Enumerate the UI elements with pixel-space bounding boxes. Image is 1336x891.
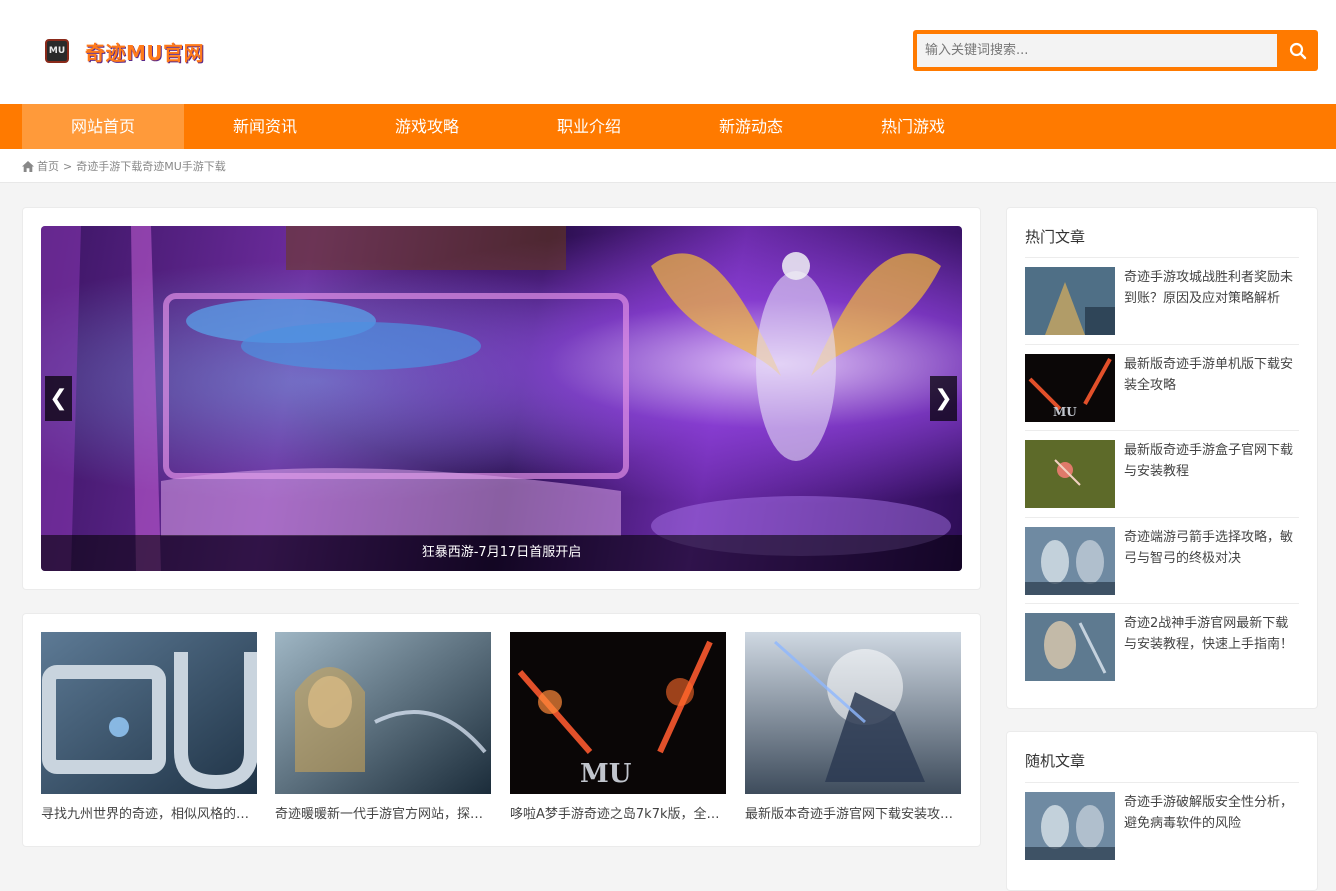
- divider: [1025, 517, 1299, 518]
- home-icon: [22, 160, 34, 172]
- nav-item-new-games[interactable]: 新游动态: [670, 104, 832, 149]
- breadcrumb-current[interactable]: 奇迹手游下载奇迹MU手游下载: [76, 158, 226, 174]
- nav-item-classes[interactable]: 职业介绍: [508, 104, 670, 149]
- featured-thumb-3[interactable]: MU: [510, 632, 726, 794]
- nav-item-hot-games[interactable]: 热门游戏: [832, 104, 994, 149]
- featured-title-4[interactable]: 最新版本奇迹手游官网下载安装攻略全解析: [745, 803, 961, 822]
- slider-prev-button[interactable]: ❮: [45, 376, 72, 421]
- featured-thumb-1[interactable]: [41, 632, 257, 794]
- thumb-image: [1025, 527, 1115, 595]
- breadcrumb-home[interactable]: 首页: [37, 158, 59, 174]
- logo-text: 奇迹MU官网: [85, 40, 205, 65]
- nav-item-news[interactable]: 新闻资讯: [184, 104, 346, 149]
- thumb-image: [275, 632, 491, 794]
- featured-thumb-2[interactable]: [275, 632, 491, 794]
- breadcrumb-separator: >: [63, 159, 73, 173]
- divider: [1025, 782, 1299, 783]
- featured-title-1[interactable]: 寻找九州世界的奇迹，相似风格的游戏推荐: [41, 803, 257, 822]
- thumb-image: [1025, 613, 1115, 681]
- divider: [1025, 430, 1299, 431]
- hot-article-thumb[interactable]: [1025, 527, 1115, 595]
- svg-text:MU: MU: [1053, 405, 1077, 419]
- divider: [1025, 344, 1299, 345]
- site-logo[interactable]: MU 奇迹MU官网: [45, 36, 204, 66]
- logo-mark-icon: MU: [45, 39, 69, 63]
- hot-article-item: 最新版奇迹手游盒子官网下载与安装教程: [1025, 440, 1299, 508]
- slider-next-button[interactable]: ❯: [930, 376, 957, 421]
- thumb-image: [41, 632, 257, 794]
- random-article-thumb[interactable]: [1025, 792, 1115, 860]
- hot-article-item: 奇迹端游弓箭手选择攻略，敏弓与智弓的终极对决: [1025, 527, 1299, 595]
- divider: [1025, 257, 1299, 258]
- breadcrumb: 首页 > 奇迹手游下载奇迹MU手游下载: [22, 149, 226, 183]
- featured-thumb-4[interactable]: [745, 632, 961, 794]
- random-article-title[interactable]: 奇迹手游破解版安全性分析，避免病毒软件的风险: [1124, 792, 1299, 834]
- banner-image: [41, 226, 951, 571]
- main-nav: 网站首页 新闻资讯 游戏攻略 职业介绍 新游动态 热门游戏: [0, 104, 1336, 149]
- hot-article-title[interactable]: 奇迹端游弓箭手选择攻略，敏弓与智弓的终极对决: [1124, 527, 1299, 569]
- hot-article-title[interactable]: 最新版奇迹手游盒子官网下载与安装教程: [1124, 440, 1299, 482]
- random-article-item: 奇迹手游破解版安全性分析，避免病毒软件的风险: [1025, 792, 1299, 860]
- site-header: MU 奇迹MU官网: [0, 0, 1336, 104]
- search-button[interactable]: [1277, 30, 1318, 71]
- thumb-image: [1025, 792, 1115, 860]
- thumb-image: [1025, 267, 1115, 335]
- banner-slider[interactable]: 狂暴西游-7月17日首服开启: [41, 226, 962, 571]
- hot-article-title[interactable]: 奇迹2战神手游官网最新下载与安装教程，快速上手指南！: [1124, 613, 1299, 655]
- hot-article-item: MU 最新版奇迹手游单机版下载安装全攻略: [1025, 354, 1299, 422]
- thumb-image: MU: [510, 632, 726, 794]
- search-icon: [1289, 42, 1306, 59]
- thumb-image: [745, 632, 961, 794]
- hot-article-thumb[interactable]: [1025, 267, 1115, 335]
- hot-article-thumb[interactable]: MU: [1025, 354, 1115, 422]
- hot-article-title[interactable]: 最新版奇迹手游单机版下载安装全攻略: [1124, 354, 1299, 396]
- random-articles-heading: 随机文章: [1025, 752, 1086, 770]
- hot-article-item: 奇迹2战神手游官网最新下载与安装教程，快速上手指南！: [1025, 613, 1299, 681]
- thumb-image: MU: [1025, 354, 1115, 422]
- hot-article-thumb[interactable]: [1025, 613, 1115, 681]
- hot-article-thumb[interactable]: [1025, 440, 1115, 508]
- nav-item-home[interactable]: 网站首页: [22, 104, 184, 149]
- breadcrumb-bar: 首页 > 奇迹手游下载奇迹MU手游下载: [0, 149, 1336, 183]
- search-input[interactable]: [917, 34, 1277, 67]
- slide-caption[interactable]: 狂暴西游-7月17日首服开启: [41, 535, 962, 571]
- nav-item-guides[interactable]: 游戏攻略: [346, 104, 508, 149]
- divider: [1025, 603, 1299, 604]
- hot-articles-heading: 热门文章: [1025, 228, 1086, 246]
- featured-title-2[interactable]: 奇迹暖暖新一代手游官方网站，探索时尚换装: [275, 803, 491, 822]
- featured-title-3[interactable]: 哆啦A梦手游奇迹之岛7k7k版，全新冒险等你: [510, 803, 726, 822]
- search-box: [913, 30, 1318, 71]
- svg-text:MU: MU: [580, 759, 632, 789]
- hot-article-title[interactable]: 奇迹手游攻城战胜利者奖励未到账？原因及应对策略解析: [1124, 267, 1299, 309]
- hot-article-item: 奇迹手游攻城战胜利者奖励未到账？原因及应对策略解析: [1025, 267, 1299, 335]
- thumb-image: [1025, 440, 1115, 508]
